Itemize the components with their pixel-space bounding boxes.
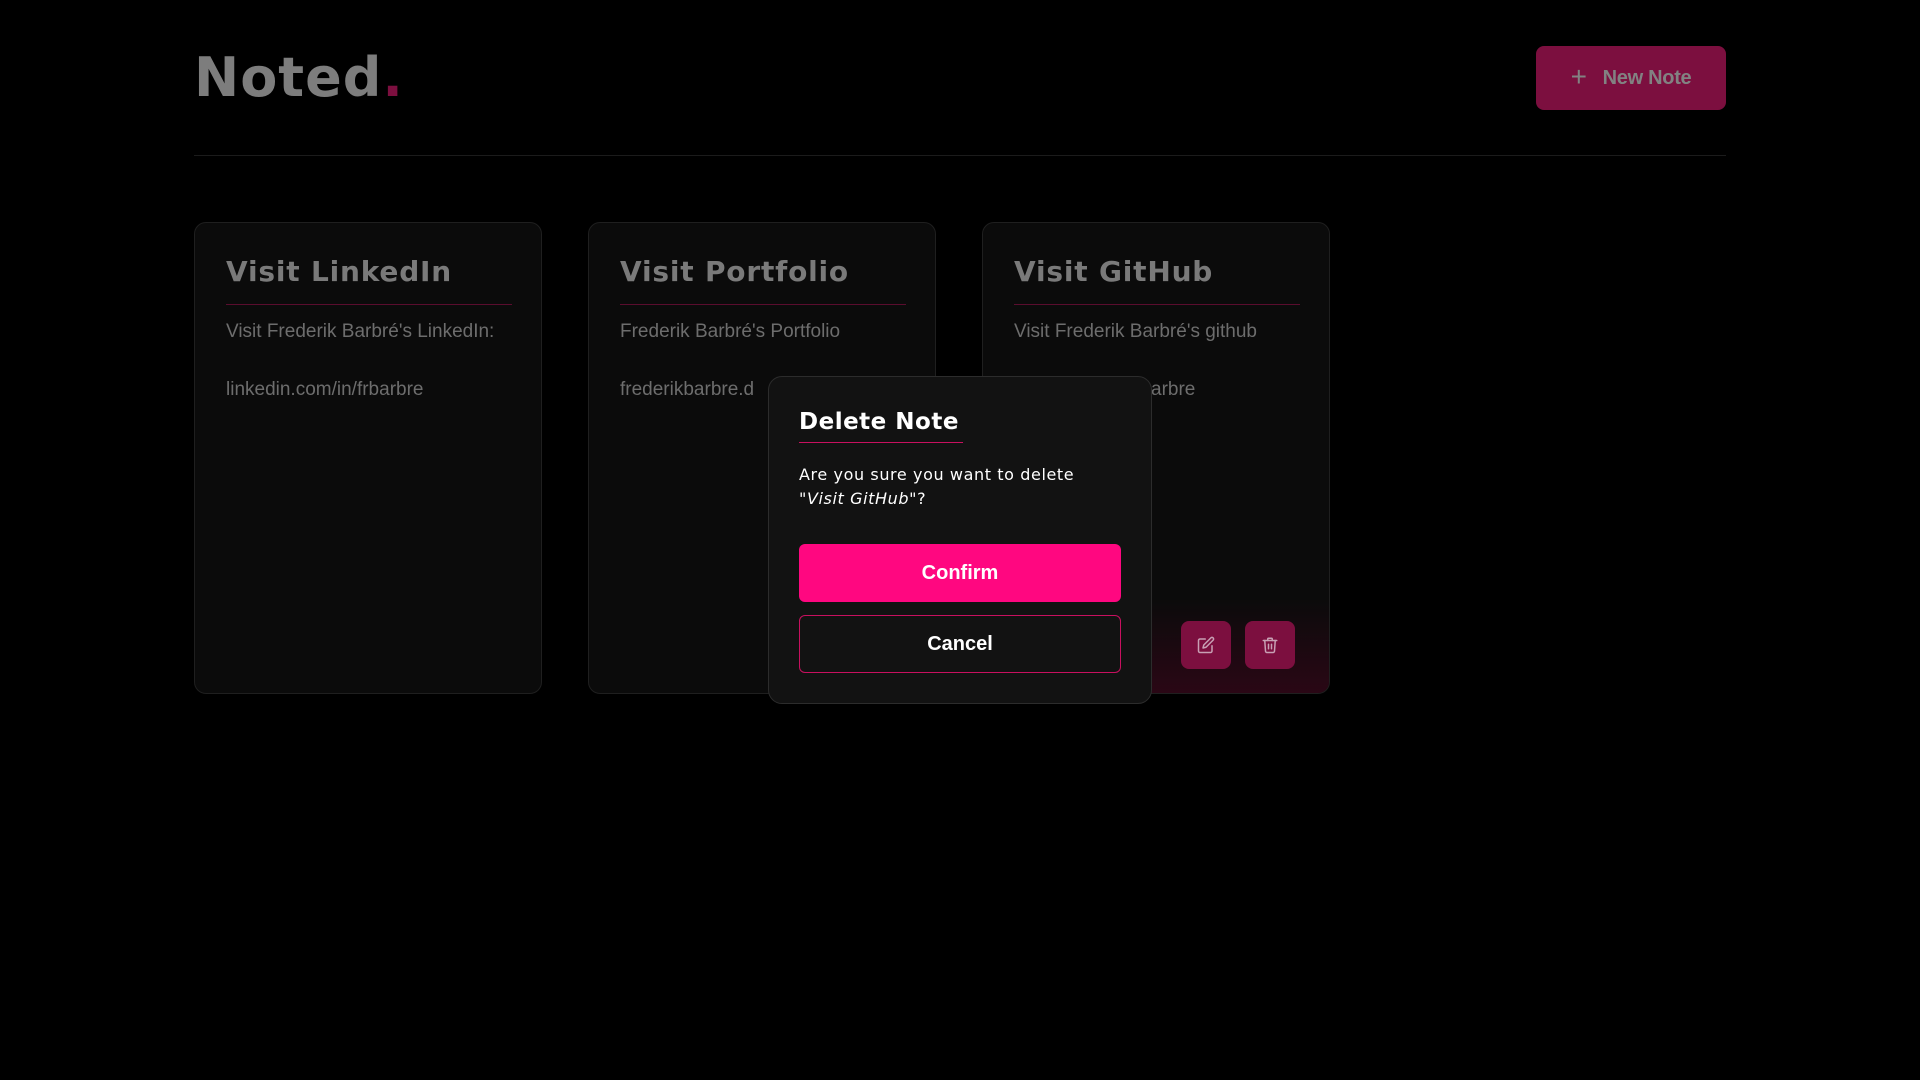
app: Noted. + New Note Visit LinkedIn Visit F… xyxy=(0,0,1920,1080)
cancel-button[interactable]: Cancel xyxy=(799,615,1121,673)
dialog-message-suffix: ? xyxy=(917,489,927,508)
modal-overlay: Delete Note Are you sure you want to del… xyxy=(0,0,1920,1080)
confirm-button[interactable]: Confirm xyxy=(799,544,1121,602)
dialog-message: Are you sure you want to delete "Visit Gi… xyxy=(799,463,1119,511)
dialog-note-name: "Visit GitHub" xyxy=(799,489,918,508)
dialog-message-text: Are you sure you want to delete xyxy=(799,465,1075,484)
delete-note-dialog: Delete Note Are you sure you want to del… xyxy=(768,376,1152,704)
dialog-title: Delete Note xyxy=(799,409,959,435)
dialog-title-underline xyxy=(799,442,963,443)
